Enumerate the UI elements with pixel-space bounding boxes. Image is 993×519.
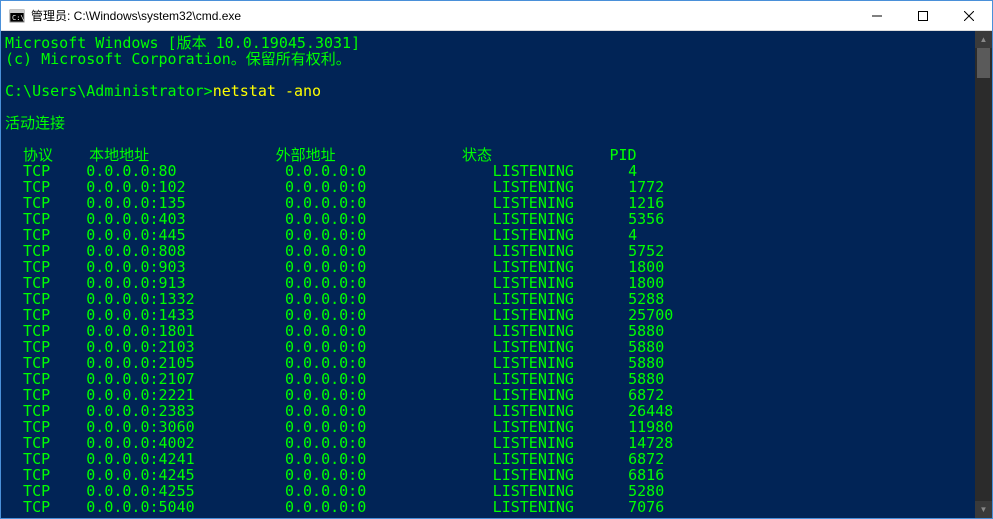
window-controls [854, 1, 992, 30]
terminal-area: Microsoft Windows [版本 10.0.19045.3031] (… [1, 31, 992, 518]
minimize-button[interactable] [854, 1, 900, 30]
vertical-scrollbar[interactable]: ▲ ▼ [975, 31, 992, 518]
scroll-up-arrow[interactable]: ▲ [975, 31, 992, 48]
window-title: 管理员: C:\Windows\system32\cmd.exe [31, 7, 854, 24]
cmd-icon: C:\ [9, 8, 25, 24]
cmd-window: C:\ 管理员: C:\Windows\system32\cmd.exe Mic… [0, 0, 993, 519]
maximize-button[interactable] [900, 1, 946, 30]
scroll-down-arrow[interactable]: ▼ [975, 501, 992, 518]
scroll-track[interactable] [975, 48, 992, 501]
svg-text:C:\: C:\ [12, 14, 25, 22]
close-button[interactable] [946, 1, 992, 30]
titlebar[interactable]: C:\ 管理员: C:\Windows\system32\cmd.exe [1, 1, 992, 31]
scroll-thumb[interactable] [977, 48, 990, 78]
terminal-output[interactable]: Microsoft Windows [版本 10.0.19045.3031] (… [1, 31, 975, 518]
